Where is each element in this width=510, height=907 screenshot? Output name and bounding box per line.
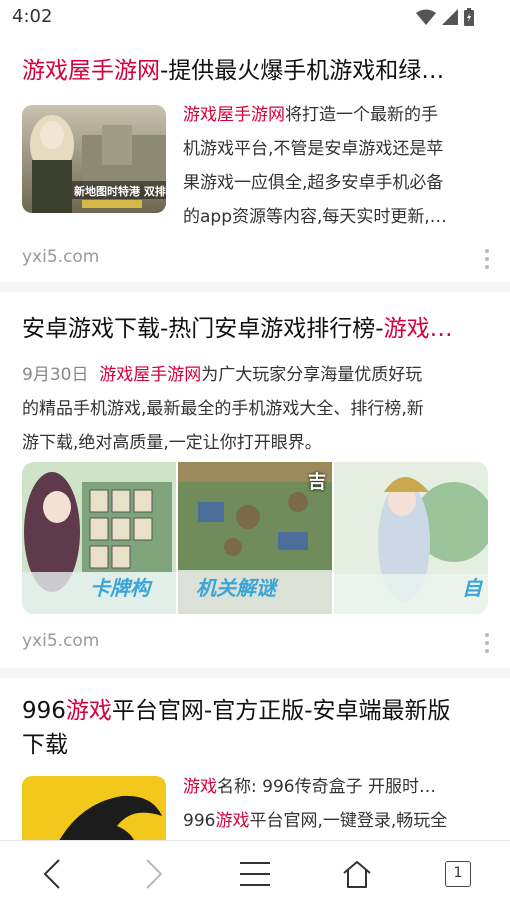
snippet-highlight: 游戏屋手游网 [183, 105, 285, 125]
wifi-icon [416, 9, 436, 29]
snippet-highlight: 游戏 [215, 811, 250, 831]
image-caption: 卡牌构 [90, 576, 150, 600]
result-image[interactable]: 自 [334, 462, 488, 614]
battery-icon [464, 8, 474, 30]
tabs-icon[interactable]: 1 [438, 856, 478, 892]
result-title[interactable]: 996游戏平台官网-官方正版-安卓端最新版 下载 [22, 694, 488, 762]
image-caption: 机关解谜 [196, 576, 276, 600]
tab-count: 1 [445, 861, 471, 887]
result-card[interactable]: 安卓游戏下载-热门安卓游戏排行榜-游戏… 9月30日 游戏屋手游网为广大玩家分享… [0, 292, 510, 668]
title-text: -提供最火爆手机游戏和绿… [160, 58, 445, 84]
image-caption: 自 [462, 576, 482, 600]
back-icon[interactable] [32, 856, 72, 892]
snippet-line: 的精品手机游戏,最新最全的手机游戏大全、排行榜,新 [22, 399, 424, 419]
result-card[interactable]: 996游戏平台官网-官方正版-安卓端最新版 下载 游戏名称: 996传奇盒子 开… [0, 678, 510, 840]
snippet-text: 名称: 996传奇盒子 开服时… [217, 777, 436, 797]
result-image[interactable]: 卡牌构 [22, 462, 176, 614]
result-card[interactable]: 游戏屋手游网-提供最火爆手机游戏和绿… 新地图时特港 双排 游戏屋手游网将打造一… [0, 34, 510, 282]
snippet-line: 机游戏平台,不管是安卓游戏还是苹 [183, 139, 444, 159]
snippet-text: 平台官网,一键登录,畅玩全 [249, 811, 448, 831]
result-snippet: 游戏名称: 996传奇盒子 开服时… 996游戏平台官网,一键登录,畅玩全 [183, 770, 493, 838]
title-highlight: 游戏… [383, 316, 453, 342]
result-thumbnail[interactable]: 新地图时特港 双排 [22, 105, 166, 213]
status-time: 4:02 [12, 6, 53, 27]
result-snippet: 游戏屋手游网将打造一个最新的手 机游戏平台,不管是安卓游戏还是苹 果游戏一应俱全… [183, 98, 493, 234]
title-text: 下载 [22, 732, 68, 758]
result-snippet: 9月30日 游戏屋手游网为广大玩家分享海量优质好玩 的精品手机游戏,最新最全的手… [22, 358, 492, 460]
result-title[interactable]: 游戏屋手游网-提供最火爆手机游戏和绿… [22, 54, 488, 88]
result-title[interactable]: 安卓游戏下载-热门安卓游戏排行榜-游戏… [22, 312, 488, 346]
snippet-text: 将打造一个最新的手 [285, 105, 438, 125]
title-highlight: 游戏屋手游网 [22, 58, 160, 84]
result-thumbnail[interactable] [22, 776, 166, 840]
snippet-line: 果游戏一应俱全,超多安卓手机必备 [183, 173, 444, 193]
result-domain[interactable]: yxi5.com [22, 247, 99, 267]
snippet-highlight: 游戏屋手游网 [99, 365, 202, 385]
title-text: 平台官网-官方正版-安卓端最新版 [111, 698, 451, 724]
title-highlight: 游戏 [65, 698, 112, 724]
result-separator [0, 668, 510, 678]
snippet-text: 996 [183, 811, 216, 831]
result-separator [0, 282, 510, 292]
browser-toolbar: 1 [0, 840, 510, 907]
status-icons [416, 8, 474, 30]
result-image-strip[interactable]: 卡牌构 吉 机关解谜 自 [22, 462, 488, 614]
title-text: 996 [22, 698, 66, 724]
title-text: 安卓游戏下载-热门安卓游戏排行榜- [22, 316, 384, 342]
menu-icon[interactable] [235, 856, 275, 892]
forward-icon[interactable] [134, 856, 174, 892]
result-domain[interactable]: yxi5.com [22, 631, 99, 651]
result-image[interactable]: 吉 机关解谜 [178, 462, 332, 614]
home-icon[interactable] [337, 856, 377, 892]
search-results-feed[interactable]: 游戏屋手游网-提供最火爆手机游戏和绿… 新地图时特港 双排 游戏屋手游网将打造一… [0, 34, 510, 840]
snippet-line: 游下载,绝对高质量,一定让你打开眼界。 [22, 433, 322, 453]
status-bar: 4:02 [0, 0, 510, 34]
snippet-text: 为广大玩家分享海量优质好玩 [201, 365, 423, 385]
result-date: 9月30日 [22, 365, 89, 385]
more-vert-icon[interactable] [484, 633, 490, 653]
snippet-highlight: 游戏 [183, 777, 217, 797]
snippet-line: 的app资源等内容,每天实时更新,… [183, 207, 447, 227]
more-vert-icon[interactable] [484, 249, 490, 269]
thumbnail-caption: 新地图时特港 双排 [74, 185, 166, 198]
signal-icon [442, 9, 458, 29]
